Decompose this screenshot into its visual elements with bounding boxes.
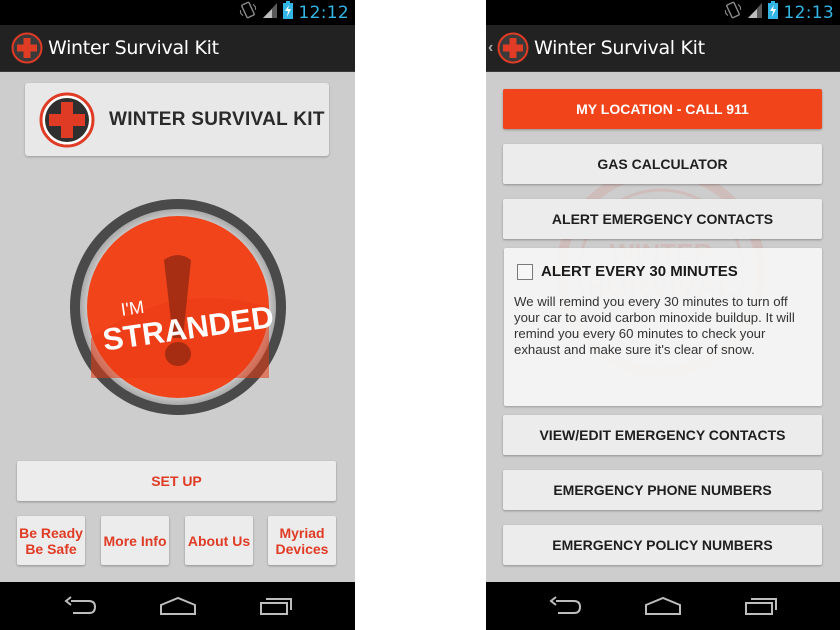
button-line2: Devices xyxy=(275,540,329,557)
vibrate-icon xyxy=(724,1,742,24)
back-icon[interactable] xyxy=(60,592,100,620)
alert-checkbox[interactable] xyxy=(517,263,533,280)
button-line1: Be Ready xyxy=(19,524,83,541)
alert-settings-card: ALERT EVERY 30 MINUTES We will remind yo… xyxy=(504,248,822,406)
status-time: 12:12 xyxy=(298,2,349,23)
card-title: WINTER SURVIVAL KIT xyxy=(109,108,325,130)
home-screen: 12:12 Winter Survival Kit WINTER SURVIVA… xyxy=(0,0,355,630)
status-icons: 12:12 xyxy=(239,1,350,24)
alert-description: We will remind you every 30 minutes to t… xyxy=(514,294,795,357)
button-label: EMERGENCY PHONE NUMBERS xyxy=(553,482,772,498)
button-line1: Myriad xyxy=(279,524,325,541)
button-label: ALERT EMERGENCY CONTACTS xyxy=(551,211,774,227)
gas-calculator-button[interactable]: GAS CALCULATOR xyxy=(503,144,822,184)
more-info-button[interactable]: More Info xyxy=(101,516,169,565)
navigation-bar xyxy=(0,582,355,630)
app-title: Winter Survival Kit xyxy=(48,37,219,59)
app-title: Winter Survival Kit xyxy=(534,37,705,59)
title-card: WINTER SURVIVAL KIT xyxy=(25,83,329,156)
signal-icon xyxy=(262,2,277,23)
red-cross-logo-icon xyxy=(39,92,95,148)
home-content: WINTER SURVIVAL KIT I'M STRANDED SET UP … xyxy=(0,72,355,582)
my-location-call-911-button[interactable]: MY LOCATION - CALL 911 xyxy=(503,89,822,129)
back-icon[interactable] xyxy=(545,592,585,620)
home-icon[interactable] xyxy=(643,592,683,620)
battery-charging-icon xyxy=(282,1,293,24)
emergency-phone-numbers-button[interactable]: EMERGENCY PHONE NUMBERS xyxy=(503,470,822,510)
button-label: MY LOCATION - CALL 911 xyxy=(576,101,749,117)
view-edit-emergency-contacts-button[interactable]: VIEW/EDIT EMERGENCY CONTACTS xyxy=(503,415,822,455)
status-time: 12:13 xyxy=(783,2,834,23)
menu-screen: 12:13 ‹ Winter Survival Kit WINTER SURVI… xyxy=(486,0,840,630)
emergency-policy-numbers-button[interactable]: EMERGENCY POLICY NUMBERS xyxy=(503,525,822,565)
action-bar: Winter Survival Kit xyxy=(0,25,355,72)
action-bar[interactable]: ‹ Winter Survival Kit xyxy=(486,25,840,72)
recent-apps-icon[interactable] xyxy=(256,592,296,620)
navigation-bar xyxy=(486,582,840,630)
red-cross-logo-icon[interactable] xyxy=(11,32,43,64)
button-label: VIEW/EDIT EMERGENCY CONTACTS xyxy=(539,427,786,443)
status-icons: 12:13 xyxy=(724,1,835,24)
recent-apps-icon[interactable] xyxy=(741,592,781,620)
be-ready-be-safe-button[interactable]: Be Ready Be Safe xyxy=(17,516,85,565)
red-cross-logo-icon[interactable] xyxy=(497,32,529,64)
button-label: About Us xyxy=(187,532,251,549)
home-icon[interactable] xyxy=(158,592,198,620)
menu-content: WINTER SURVIVAL MY LOCATION - CALL 911 G… xyxy=(486,72,840,582)
alert-every-30-minutes-toggle[interactable]: ALERT EVERY 30 MINUTES xyxy=(517,263,738,280)
setup-button[interactable]: SET UP xyxy=(17,461,336,501)
button-label: GAS CALCULATOR xyxy=(597,156,728,172)
status-bar: 12:13 xyxy=(486,0,840,25)
alert-checkbox-label: ALERT EVERY 30 MINUTES xyxy=(541,263,738,280)
im-stranded-button[interactable]: I'M STRANDED xyxy=(69,198,287,416)
alert-emergency-contacts-button[interactable]: ALERT EMERGENCY CONTACTS xyxy=(503,199,822,239)
button-line2: Be Safe xyxy=(25,540,77,557)
status-bar: 12:12 xyxy=(0,0,355,25)
up-navigation-icon[interactable]: ‹ xyxy=(488,39,497,57)
signal-icon xyxy=(747,2,762,23)
button-label: EMERGENCY POLICY NUMBERS xyxy=(552,537,773,553)
button-label: More Info xyxy=(103,532,167,549)
battery-charging-icon xyxy=(767,1,778,24)
about-us-button[interactable]: About Us xyxy=(185,516,253,565)
vibrate-icon xyxy=(239,1,257,24)
setup-label: SET UP xyxy=(151,473,202,489)
myriad-devices-button[interactable]: Myriad Devices xyxy=(268,516,336,565)
